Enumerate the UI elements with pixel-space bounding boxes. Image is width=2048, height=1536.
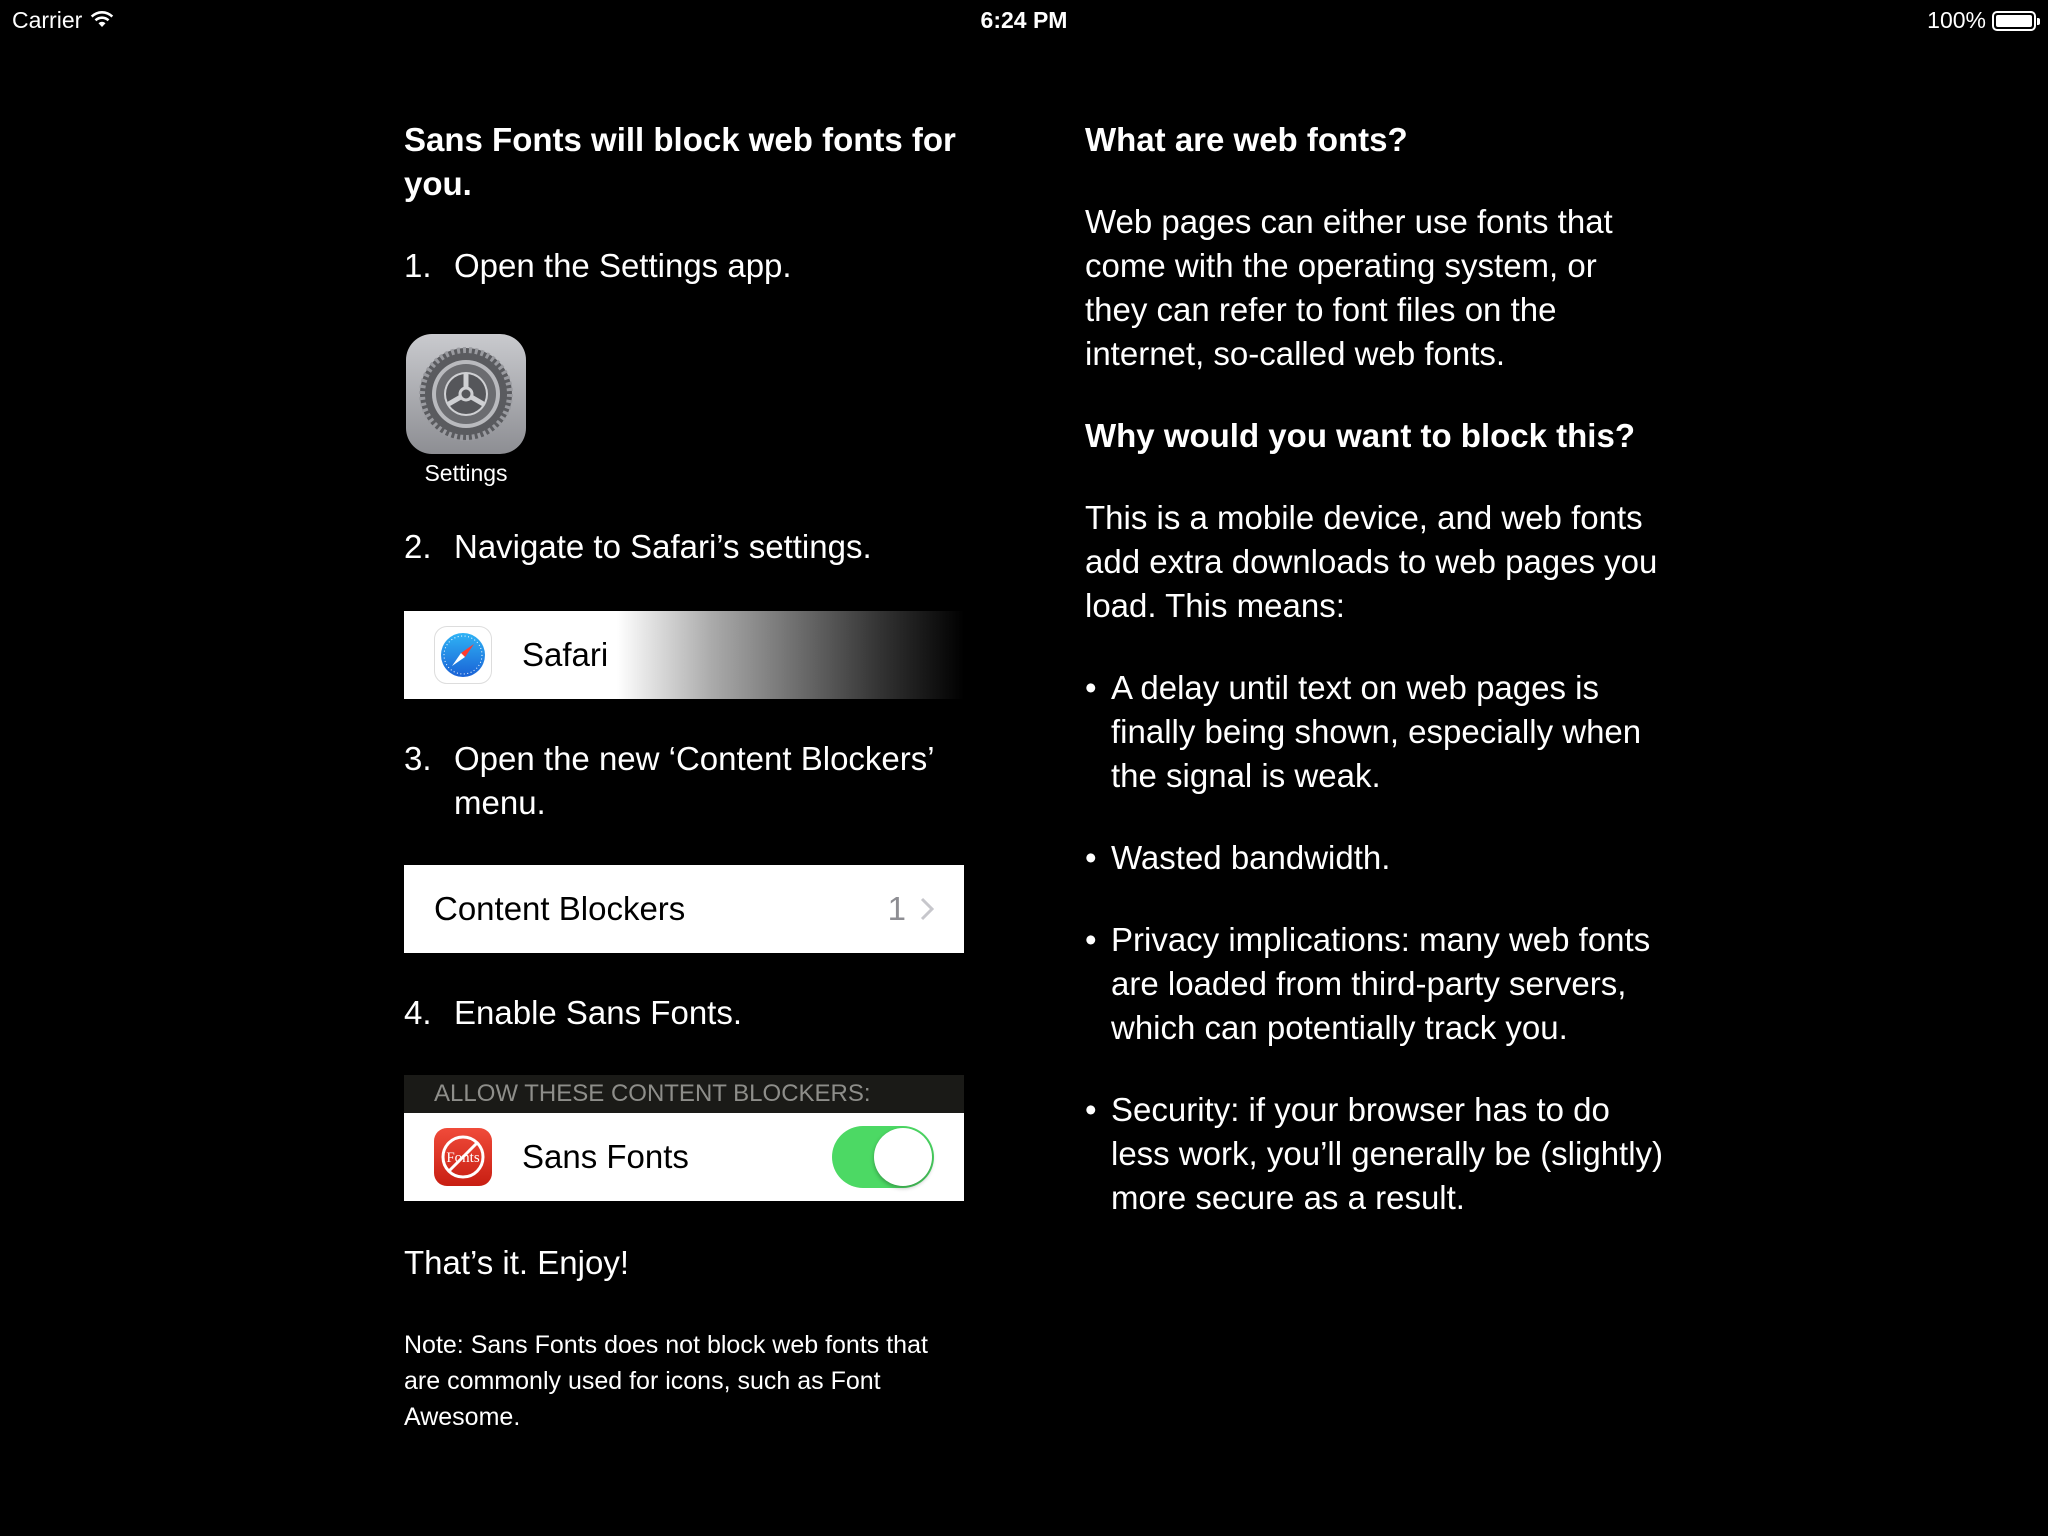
bullet-text: Security: if your browser has to do less… (1111, 1091, 1664, 1216)
step-4: 4. Enable Sans Fonts. (404, 991, 964, 1035)
sans-fonts-label: Sans Fonts (522, 1138, 689, 1175)
status-right: 100% (1927, 7, 2040, 34)
bullet-text: A delay until text on web pages is final… (1111, 669, 1642, 794)
bullet-text: Wasted bandwidth. (1111, 839, 1391, 876)
step-3: 3. Open the new ‘Content Blockers’ menu. (404, 737, 964, 825)
battery-icon (1992, 10, 2040, 31)
settings-gear-icon (406, 334, 526, 454)
settings-app-illustration: Settings (404, 334, 528, 487)
bullet-icon: • (1085, 921, 1097, 958)
step-number: 4. (404, 994, 432, 1031)
battery-percent: 100% (1927, 7, 1986, 33)
intro-heading: Sans Fonts will block web fonts for you. (404, 121, 956, 202)
screen: Carrier 6:24 PM 100% Sans Fonts will blo… (0, 0, 2048, 1536)
step-text: Open the new ‘Content Blockers’ menu. (454, 740, 934, 821)
bullet-icon: • (1085, 669, 1097, 706)
instructions-column: Sans Fonts will block web fonts for you.… (404, 118, 964, 1435)
step-number: 2. (404, 528, 432, 565)
settings-app-label: Settings (424, 460, 508, 486)
content-blockers-row: Content Blockers 1 (404, 865, 964, 953)
content-blockers-count: 1 (887, 890, 906, 927)
status-time: 6:24 PM (980, 7, 1068, 33)
explanation-column: What are web fonts? Web pages can either… (1085, 118, 1665, 1220)
allow-blockers-header: ALLOW THESE CONTENT BLOCKERS: (404, 1075, 964, 1113)
sans-fonts-toggle (832, 1126, 934, 1188)
safari-settings-row: Safari (404, 611, 964, 699)
web-fonts-heading: What are web fonts? (1085, 121, 1408, 158)
status-bar: Carrier 6:24 PM 100% (0, 0, 2048, 40)
toggle-knob (874, 1128, 932, 1186)
sans-fonts-row: Fonts Sans Fonts (404, 1113, 964, 1201)
safari-row-label: Safari (522, 636, 609, 673)
list-item: • A delay until text on web pages is fin… (1085, 666, 1665, 798)
enjoy-text: That’s it. Enjoy! (404, 1244, 629, 1281)
why-block-heading: Why would you want to block this? (1085, 417, 1635, 454)
list-item: • Security: if your browser has to do le… (1085, 1088, 1665, 1220)
step-number: 1. (404, 247, 432, 284)
step-number: 3. (404, 740, 432, 777)
web-fonts-paragraph: Web pages can either use fonts that come… (1085, 203, 1613, 372)
step-text: Navigate to Safari’s settings. (454, 528, 872, 565)
sans-fonts-icon-text: Fonts (446, 1150, 480, 1166)
sans-fonts-app-icon: Fonts (434, 1128, 492, 1186)
chevron-right-icon (920, 897, 934, 921)
bullet-text: Privacy implications: many web fonts are… (1111, 921, 1651, 1046)
step-2: 2. Navigate to Safari’s settings. (404, 525, 964, 569)
step-text: Enable Sans Fonts. (454, 994, 743, 1031)
why-block-paragraph: This is a mobile device, and web fonts a… (1085, 499, 1658, 624)
list-item: • Privacy implications: many web fonts a… (1085, 918, 1665, 1050)
bullet-icon: • (1085, 839, 1097, 876)
step-1: 1. Open the Settings app. (404, 244, 964, 288)
bullet-icon: • (1085, 1091, 1097, 1128)
battery-fill (1996, 14, 2032, 27)
list-item: • Wasted bandwidth. (1085, 836, 1665, 880)
step-text: Open the Settings app. (454, 247, 792, 284)
content-blockers-label: Content Blockers (434, 890, 686, 927)
safari-compass-icon (434, 626, 492, 684)
note-text: Note: Sans Fonts does not block web font… (404, 1331, 928, 1431)
